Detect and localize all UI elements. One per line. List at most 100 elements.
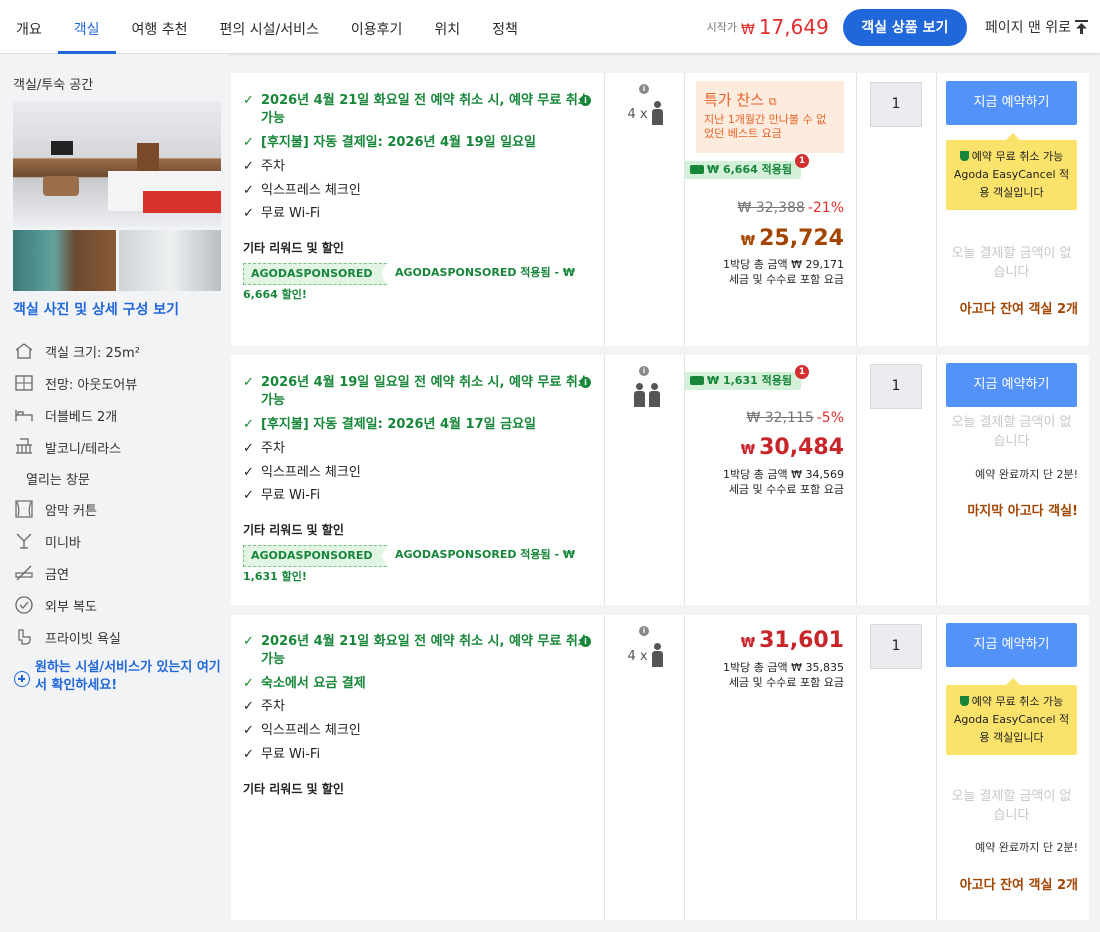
quantity-column: 1 — [857, 615, 937, 920]
occupancy-column: i — [605, 355, 685, 605]
nav-price-area: 시작가 ₩17,649 객실 상품 보기 페이지 맨 위로 — [707, 0, 1100, 54]
express-checkin-benefit: ✓ 익스프레스 체크인 — [243, 723, 361, 738]
occupancy-column: i 4 x — [605, 73, 685, 346]
curtain-icon — [13, 499, 35, 519]
arrow-up-icon — [1075, 20, 1088, 34]
plus-circle-icon — [14, 671, 30, 687]
info-icon[interactable]: i — [639, 84, 649, 94]
offer-benefits: ✓ 2026년 4월 21일 화요일 전 예약 취소 시, 예약 무료 취소 가능… — [231, 615, 605, 920]
person-icon — [651, 643, 663, 669]
easycancel-tooltip: 예약 무료 취소 가능 Agoda EasyCancel 적용 객실입니다 — [946, 133, 1077, 210]
free-wifi-benefit: ✓ 무료 Wi-Fi — [243, 206, 321, 221]
coupon-icon — [690, 376, 704, 385]
free-cancellation-benefit: ✓ 2026년 4월 21일 화요일 전 예약 취소 시, 예약 무료 취소 가능 — [243, 634, 590, 667]
bed-icon — [13, 405, 35, 425]
tab-travel-recommendations[interactable]: 여행 추천 — [116, 0, 204, 54]
room-price: ₩31,601 — [740, 628, 844, 653]
rooms-left-note: 마지막 아고다 객실! — [967, 504, 1078, 519]
free-cancellation-benefit: ✓ 2026년 4월 21일 화요일 전 예약 취소 시, 예약 무료 취소 가능 — [243, 93, 590, 126]
tab-overview[interactable]: 개요 — [0, 0, 58, 54]
book-now-button[interactable]: 지금 예약하기 — [946, 81, 1077, 125]
original-price: ₩ 32,115 -5% — [746, 410, 844, 426]
info-icon[interactable]: i — [580, 377, 591, 388]
room-main-photo[interactable] — [13, 101, 221, 227]
view-room-deals-button[interactable]: 객실 상품 보기 — [842, 8, 967, 46]
tab-rooms[interactable]: 객실 — [57, 0, 116, 54]
amenity-room-size: 객실 크기: 25m² — [13, 341, 223, 361]
price-column: 특가 찬스 ⧉ 지난 1개월간 만나볼 수 없었던 베스트 요금 ₩ 6,664… — [685, 73, 857, 346]
room-thumbnail-kitchen[interactable] — [13, 230, 116, 291]
sponsored-discount-text: AGODASPONSORED 적용됨 - ₩ 6,664 할인! — [243, 266, 576, 301]
booking-column: 지금 예약하기 오늘 결제할 금액이 없습니다 예약 완료까지 단 2분! 마지… — [937, 355, 1089, 605]
info-icon[interactable]: i — [580, 95, 591, 106]
pay-at-property-benefit: ✓ 숙소에서 요금 결제 — [243, 676, 366, 691]
room-offer-card: ✓ 2026년 4월 21일 화요일 전 예약 취소 시, 예약 무료 취소 가능… — [231, 615, 1089, 920]
amenity-balcony: 발코니/테라스 — [13, 437, 223, 457]
deal-title: 특가 찬스 ⧉ — [704, 91, 777, 109]
rewards-title: 기타 리워드 및 할인 — [243, 241, 344, 255]
room-title: 객실/투숙 공간 — [13, 78, 94, 93]
info-icon[interactable]: i — [639, 626, 649, 636]
room-quantity-select[interactable]: 1 — [870, 82, 922, 127]
view-icon — [13, 373, 35, 393]
tab-reviews[interactable]: 이용후기 — [335, 0, 419, 54]
room-offer-card: ✓ 2026년 4월 19일 일요일 전 예약 취소 시, 예약 무료 취소 가능… — [231, 355, 1089, 605]
room-size-icon — [13, 341, 35, 361]
amenity-exterior-corridor: 외부 복도 — [13, 595, 223, 615]
info-icon[interactable]: i — [580, 636, 591, 647]
sponsored-discount-text: AGODASPONSORED 적용됨 - ₩ 1,631 할인! — [243, 548, 576, 583]
section-tabs: 개요 객실 여행 추천 편의 시설/서비스 이용후기 위치 정책 — [0, 0, 534, 54]
notification-badge: 1 — [795, 365, 809, 379]
room-offer-card: ✓ 2026년 4월 21일 화요일 전 예약 취소 시, 예약 무료 취소 가능… — [231, 73, 1089, 346]
offer-benefits: ✓ 2026년 4월 19일 일요일 전 예약 취소 시, 예약 무료 취소 가능… — [231, 355, 605, 605]
price-column: ₩ 1,631 적용됨 1 ₩ 32,115 -5% ₩30,484 1박당 총 … — [685, 355, 857, 605]
parking-benefit: ✓ 주차 — [243, 159, 285, 174]
notification-badge: 1 — [795, 154, 809, 168]
original-price: ₩ 32,388 -21% — [737, 200, 844, 216]
room-thumbnail-bathroom[interactable] — [119, 230, 221, 291]
from-price: ₩17,649 — [740, 15, 829, 39]
offer-benefits: ✓ 2026년 4월 21일 화요일 전 예약 취소 시, 예약 무료 취소 가능… — [231, 73, 605, 346]
price-column: ₩31,601 1박당 총 금액 ₩ 35,835 세금 및 수수료 포함 요금 — [685, 615, 857, 920]
parking-benefit: ✓ 주차 — [243, 441, 285, 456]
person-icon — [651, 101, 663, 127]
rewards-title: 기타 리워드 및 할인 — [243, 782, 344, 796]
nightly-total: 1박당 총 금액 ₩ 34,569 세금 및 수수료 포함 요금 — [723, 468, 844, 496]
max-occupancy — [605, 383, 685, 409]
coupon-icon — [690, 165, 704, 174]
room-quantity-select[interactable]: 1 — [870, 364, 922, 409]
room-info-panel: 객실/투숙 공간 객실 사진 및 상세 구성 보기 객실 크기: 25m² 전망… — [0, 54, 228, 932]
pay-today-note: 오늘 결제할 금액이 없습니다 — [951, 789, 1072, 823]
coupon-applied-badge: ₩ 6,664 적용됨 — [685, 161, 801, 179]
book-now-button[interactable]: 지금 예약하기 — [946, 623, 1077, 667]
express-checkin-benefit: ✓ 익스프레스 체크인 — [243, 183, 361, 198]
info-icon[interactable]: i — [639, 366, 649, 376]
booking-urgency-note: 예약 완료까지 단 2분! — [975, 468, 1078, 481]
parking-benefit: ✓ 주차 — [243, 699, 285, 714]
nightly-total: 1박당 총 금액 ₩ 29,171 세금 및 수수료 포함 요금 — [723, 258, 844, 286]
ask-facility-link[interactable]: 원하는 시설/서비스가 있는지 여기서 확인하세요! — [14, 659, 224, 695]
special-deal-box: 특가 찬스 ⧉ 지난 1개월간 만나볼 수 없었던 베스트 요금 — [696, 81, 844, 153]
pay-later-benefit: ✓ [후지불] 자동 결제일: 2026년 4월 17일 금요일 — [243, 417, 536, 432]
person-icon — [648, 383, 660, 409]
booking-urgency-note: 예약 완료까지 단 2분! — [975, 841, 1078, 854]
amenity-view: 전망: 아웃도어뷰 — [13, 373, 223, 393]
tab-facilities[interactable]: 편의 시설/서비스 — [204, 0, 335, 54]
express-checkin-benefit: ✓ 익스프레스 체크인 — [243, 465, 361, 480]
amenity-beds: 더블베드 2개 — [13, 405, 223, 425]
tab-location[interactable]: 위치 — [418, 0, 476, 54]
back-to-top-link[interactable]: 페이지 맨 위로 — [985, 17, 1088, 37]
max-occupancy: 4 x — [605, 643, 685, 669]
book-now-button[interactable]: 지금 예약하기 — [946, 363, 1077, 407]
minibar-icon — [13, 531, 35, 551]
tab-policies[interactable]: 정책 — [476, 0, 534, 54]
room-quantity-select[interactable]: 1 — [870, 624, 922, 669]
external-link-icon: ⧉ — [768, 95, 777, 108]
quantity-column: 1 — [857, 73, 937, 346]
shield-check-icon — [959, 151, 969, 161]
pay-later-benefit: ✓ [후지불] 자동 결제일: 2026년 4월 19일 일요일 — [243, 135, 536, 150]
room-photos-link[interactable]: 객실 사진 및 상세 구성 보기 — [13, 299, 179, 319]
balcony-icon — [13, 437, 35, 457]
booking-column: 지금 예약하기 예약 무료 취소 가능 Agoda EasyCancel 적용 … — [937, 73, 1089, 346]
amenity-minibar: 미니바 — [13, 531, 223, 551]
